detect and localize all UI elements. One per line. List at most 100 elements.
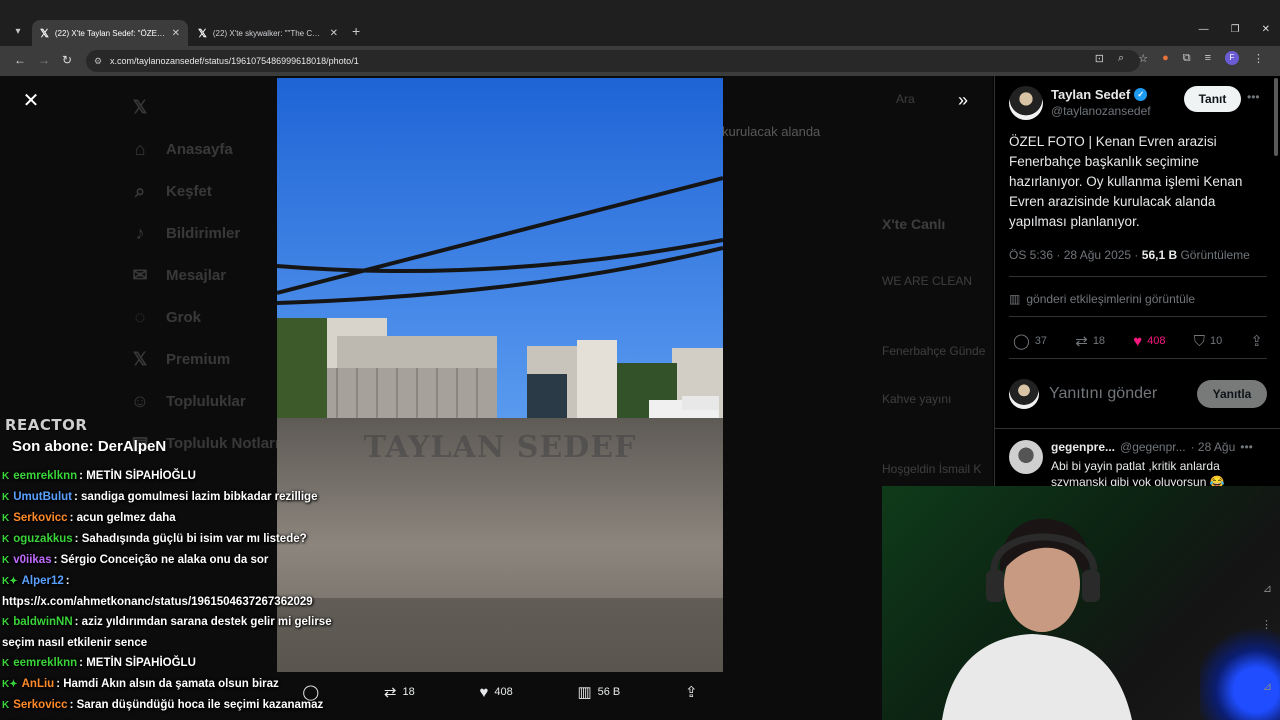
kick-badge-icon: K✦ [2, 576, 18, 587]
chat-text: : Hamdi Akın alsın da şamata olsun biraz [56, 678, 279, 690]
more-options-icon[interactable]: ••• [1247, 90, 1260, 104]
extension-icon[interactable]: ● [1162, 52, 1169, 64]
back-arrow-icon[interactable]: ← [14, 53, 26, 67]
browser-menu-icon[interactable]: ⋮ [1253, 52, 1264, 65]
profile-avatar[interactable]: F [1225, 51, 1239, 65]
minimize-icon[interactable]: — [1199, 24, 1209, 35]
tab-search-icon[interactable]: ▾ [8, 22, 28, 42]
commenter-handle[interactable]: @gegenpr... [1120, 440, 1186, 454]
comment-item[interactable]: gegenpre... @gegenpr... · 28 Ağu ••• Abi… [1009, 440, 1267, 490]
mail-icon: ✉ [132, 264, 148, 285]
address-bar[interactable]: ⚙ x.com/taylanozansedef/status/196107548… [86, 50, 1140, 72]
reply-submit-button[interactable]: Yanıtla [1197, 380, 1267, 408]
chat-message: K✦ Alper12: https://x.com/ahmetkonanc/sta… [2, 571, 342, 612]
overlay-icon: ⋮ [1261, 619, 1272, 631]
x-logo-icon: 𝕏 [40, 27, 49, 40]
chat-user: oguzakkus [13, 533, 73, 545]
author-avatar[interactable] [1009, 86, 1043, 120]
chat-message: K UmutBulut: sandiga gomulmesi lazim bibk… [2, 487, 342, 508]
my-avatar [1009, 379, 1039, 409]
kick-badge-icon: K [2, 617, 10, 628]
comment-more-icon[interactable]: ••• [1240, 440, 1253, 454]
retweet-button[interactable]: ⇄ 18 [1075, 332, 1105, 350]
reactor-logo: REACTOR [5, 416, 88, 434]
view-engagements-link[interactable]: ▥ gönderi etkileşimlerini görüntüle [1009, 292, 1195, 306]
author-name-row: Taylan Sedef ✓ [1051, 87, 1151, 102]
bg-nav-label: Bildirimler [166, 224, 241, 242]
verified-badge-icon: ✓ [1134, 88, 1148, 101]
forward-arrow-icon[interactable]: → [38, 53, 50, 67]
restore-icon[interactable]: ❐ [1231, 24, 1240, 35]
bg-nav-label: Mesajlar [166, 266, 227, 284]
bg-nav-item: ◌ Grok [128, 296, 279, 338]
tweet-author[interactable]: Taylan Sedef ✓ @taylanozansedef [1009, 86, 1151, 120]
heart-icon: ♥ [479, 683, 489, 701]
bookmark-count: 10 [1209, 335, 1223, 347]
bg-nav-label: Anasayfa [166, 140, 233, 158]
like-count: 408 [494, 686, 513, 698]
photo-share-button[interactable]: ⇪ [685, 683, 698, 701]
commenter-avatar[interactable] [1009, 440, 1043, 474]
x-logo-icon: 𝕏 [198, 27, 207, 40]
close-tab-icon[interactable]: ✕ [172, 28, 180, 39]
bookmark-star-icon[interactable]: ☆ [1138, 52, 1148, 65]
webcam-overlay: ⊿ ⋮ ⊿ [882, 486, 1280, 720]
close-photo-icon[interactable]: ✕ [20, 90, 42, 112]
last-subscriber: Son abone: DerAlpeN [12, 438, 167, 455]
chat-message: K Serkovicc: acun gelmez daha [2, 508, 342, 529]
chat-user: Serkovicc [13, 699, 68, 711]
bg-nav-label: Keşfet [166, 182, 212, 200]
chat-user: Alper12 [21, 575, 64, 587]
bookmark-button[interactable]: ⛉ 10 [1194, 332, 1223, 350]
bg-nav-label: Topluluklar [166, 392, 246, 410]
photo-retweet-button[interactable]: ⇄ 18 [384, 683, 415, 701]
like-button[interactable]: ♥ 408 [1133, 332, 1165, 350]
follow-button[interactable]: Tanıt [1184, 86, 1241, 112]
bg-line: WE ARE CLEAN [882, 274, 973, 288]
close-window-icon[interactable]: ✕ [1262, 24, 1270, 35]
chat-user: AnLiu [21, 678, 55, 690]
chat-text: : METİN SİPAHİOĞLU [79, 470, 196, 482]
comment-header: gegenpre... @gegenpr... · 28 Ağu ••• [1051, 440, 1267, 454]
grok-icon: ◌ [134, 306, 146, 327]
reply-input[interactable]: Yanıtını gönder [1049, 385, 1187, 403]
site-info-icon[interactable]: ⚙ [94, 50, 102, 72]
bg-nav-item: ♪ Bildirimler [128, 212, 279, 254]
reload-icon[interactable]: ↻ [62, 53, 72, 67]
media-icon[interactable]: ≡ [1205, 52, 1211, 64]
bg-nav-item: 𝕏 Premium [128, 338, 279, 380]
overlay-icon: ⊿ [1262, 681, 1272, 693]
url-text: x.com/taylanozansedef/status/19610754869… [110, 56, 359, 66]
photo-views-button[interactable]: ▥ 56 B [577, 683, 620, 701]
install-icon[interactable]: ⊡ [1095, 52, 1104, 65]
sidebar-scrollbar[interactable] [1274, 78, 1278, 156]
expand-sidebar-icon[interactable]: » [958, 90, 968, 111]
chat-text: : Sérgio Conceição ne alaka onu da sor [53, 554, 269, 566]
retweet-count: 18 [402, 686, 415, 698]
author-handle[interactable]: @taylanozansedef [1051, 104, 1151, 118]
divider [1009, 358, 1267, 359]
reply-button[interactable]: ◯ 37 [1013, 332, 1047, 350]
browser-tab-2[interactable]: 𝕏 (22) X'te skywalker: ""The Chos ✕ [190, 20, 346, 46]
chat-message: Koguzakkus: Sahadışında güçlü bi isim va… [2, 529, 342, 550]
zoom-icon[interactable]: ⌕ [1118, 52, 1124, 65]
comment-date: · 28 Ağu [1190, 440, 1236, 454]
chat-user: eemreklknn [13, 470, 78, 482]
bg-line: Kahve yayını [882, 392, 952, 406]
browser-tab-1[interactable]: 𝕏 (22) X'te Taylan Sedef: "ÖZEL FO ✕ [32, 20, 188, 46]
share-button[interactable]: ⇪ [1250, 332, 1263, 350]
close-tab-icon[interactable]: ✕ [330, 28, 338, 39]
tweet-stats: ◯ 37 ⇄ 18 ♥ 408 ⛉ 10 ⇪ [1013, 332, 1263, 351]
bg-nav-label: Topluluk Notları [166, 434, 280, 452]
new-tab-button[interactable]: + [352, 23, 360, 39]
author-name[interactable]: Taylan Sedef [1051, 87, 1130, 102]
tweet-timestamp[interactable]: ÖS 5:36 · 28 Ağu 2025 · [1009, 248, 1138, 262]
extensions-puzzle-icon[interactable]: ⧉ [1183, 52, 1191, 65]
photo-like-button[interactable]: ♥ 408 [479, 684, 512, 701]
bg-line: Fenerbahçe Günde [882, 344, 986, 358]
commenter-name[interactable]: gegenpre... [1051, 440, 1115, 454]
tweet-photo[interactable]: TAYLAN SEDEF [277, 78, 723, 672]
analytics-icon: ▥ [1009, 292, 1021, 306]
kick-badge-icon: K [2, 700, 10, 711]
bg-nav-x-logo: 𝕏 [128, 86, 279, 128]
